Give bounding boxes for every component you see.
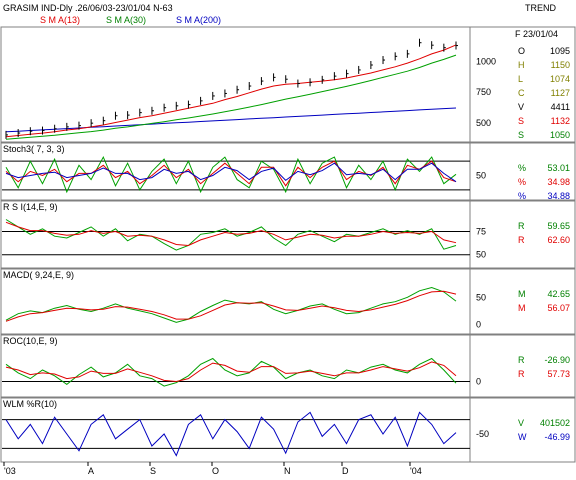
series-sma200-line: [5, 107, 457, 133]
panel-frame: [0, 334, 576, 398]
panel-roc: ROC(10,E, 9) 0 R -26.90 R 57.73: [0, 334, 576, 398]
readout-value: 53.01: [547, 163, 570, 173]
y-tick-label: -50: [476, 429, 489, 439]
ma-legend-2: S M A(30): [106, 15, 146, 25]
ohlc-value: 1050: [550, 130, 570, 140]
y-tick-label: 0: [476, 320, 481, 330]
ohlc-label: H: [518, 60, 525, 70]
series-line-3: [5, 162, 457, 183]
panel-title: Stoch3( 7, 3, 3): [3, 144, 65, 154]
x-tick-label: '04: [410, 466, 422, 476]
ohlc-label: V: [518, 102, 524, 112]
readout-value: 34.98: [547, 177, 570, 187]
technical-chart: GRASIM IND-Dly .26/06/03-23/01/04 N-63 T…: [0, 3, 576, 476]
ohlc-label: S: [518, 116, 524, 126]
readout-label: R: [518, 355, 525, 365]
ohlc-label: S: [518, 130, 524, 140]
readout-label: M: [518, 289, 526, 299]
ohlc-value: 1132: [551, 116, 570, 126]
panel-wlm: WLM %R(10) -50 V 401502 W -46.99: [0, 397, 576, 463]
panel-macd: MACD( 9,24,E, 9) 50 0 M 42.65 M 56.07: [0, 268, 576, 335]
panel-price: 1000 750 500 F 23/01/04 O 1095 H 1150 L 1074 C 1127…: [0, 26, 576, 143]
y-tick-label: 500: [476, 118, 491, 128]
header: GRASIM IND-Dly .26/06/03-23/01/04 N-63 T…: [3, 3, 556, 25]
x-tick-label: N: [284, 466, 291, 476]
ohlc-value: 1150: [551, 60, 570, 70]
x-tick-label: O: [212, 466, 219, 476]
readout-label: %: [518, 163, 526, 173]
series-sma30-line: [5, 54, 457, 140]
panel-title: ROC(10,E, 9): [3, 336, 58, 346]
panel-title: MACD( 9,24,E, 9): [3, 270, 74, 280]
readout-label: R: [518, 221, 525, 231]
panel-title: R S I(14,E, 9): [3, 202, 58, 212]
x-tick-label: '03: [4, 466, 16, 476]
ohlc-label: C: [518, 88, 525, 98]
series-line-1: [5, 411, 457, 457]
chart-title: GRASIM IND-Dly .26/06/03-23/01/04 N-63: [3, 3, 173, 13]
series-line-2: [5, 290, 457, 322]
y-tick-label: 50: [476, 171, 486, 181]
panel-stoch: Stoch3( 7, 3, 3) 50% 53.01% 34.98% 34.88: [0, 142, 576, 201]
series-sma13-line: [5, 44, 457, 138]
readout-label: R: [518, 235, 525, 245]
readout-label: V: [518, 418, 524, 428]
panel-title: WLM %R(10): [3, 399, 57, 409]
y-tick-label: 750: [476, 87, 491, 97]
readout-label: R: [518, 369, 525, 379]
readout-value: -46.99: [544, 432, 570, 442]
trend-label: TREND: [525, 3, 556, 13]
panel-frame: [0, 142, 576, 201]
ohlc-value: 1074: [550, 74, 570, 84]
date-label: F 23/01/04: [515, 29, 558, 39]
ohlc-value: 1095: [550, 46, 570, 56]
readout-value: 59.65: [547, 221, 570, 231]
ma-legend-3: S M A(200): [176, 15, 221, 25]
ma-legend: S M A(13) S M A(30) S M A(200): [40, 15, 221, 25]
series-line-1: [5, 286, 457, 323]
series-line-2: [5, 221, 457, 247]
y-tick-label: 50: [476, 292, 486, 302]
y-tick-label: 75: [476, 227, 486, 237]
panel-frame: [0, 268, 576, 335]
y-tick-label: 1000: [476, 56, 496, 66]
readout-label: W: [518, 432, 527, 442]
ma-legend-1: S M A(13): [40, 15, 80, 25]
readout-value: 42.65: [547, 289, 570, 299]
indicator-panels: 1000750500F 23/01/04O 1095H 1150L 1074C 1127…: [0, 26, 576, 463]
ohlc-value: 1127: [551, 88, 570, 98]
readout-label: M: [518, 303, 526, 313]
ohlc-value: 4411: [551, 102, 570, 112]
ohlc-label: O: [518, 46, 525, 56]
x-tick-label: A: [88, 466, 94, 476]
panel-rsi: R S I(14,E, 9) 75 50 R 59.65 R 62.60: [0, 200, 576, 269]
readout-value: -26.90: [544, 355, 570, 365]
y-tick-label: 50: [476, 250, 486, 260]
readout-value: 62.60: [547, 235, 570, 245]
readout-label: %: [518, 191, 526, 201]
readout-value: 401502: [540, 418, 570, 428]
readout-label: %: [518, 177, 526, 187]
readout-value: 56.07: [547, 303, 570, 313]
readout-value: 57.73: [547, 369, 570, 379]
x-tick-label: S: [150, 466, 156, 476]
x-axis: '03 A S O N D '04: [3, 462, 422, 476]
ohlc-label: L: [518, 74, 523, 84]
y-tick-label: 0: [476, 377, 481, 387]
panel-frame: [0, 200, 576, 269]
x-tick-label: D: [342, 466, 349, 476]
readout-value: 34.88: [547, 191, 570, 201]
